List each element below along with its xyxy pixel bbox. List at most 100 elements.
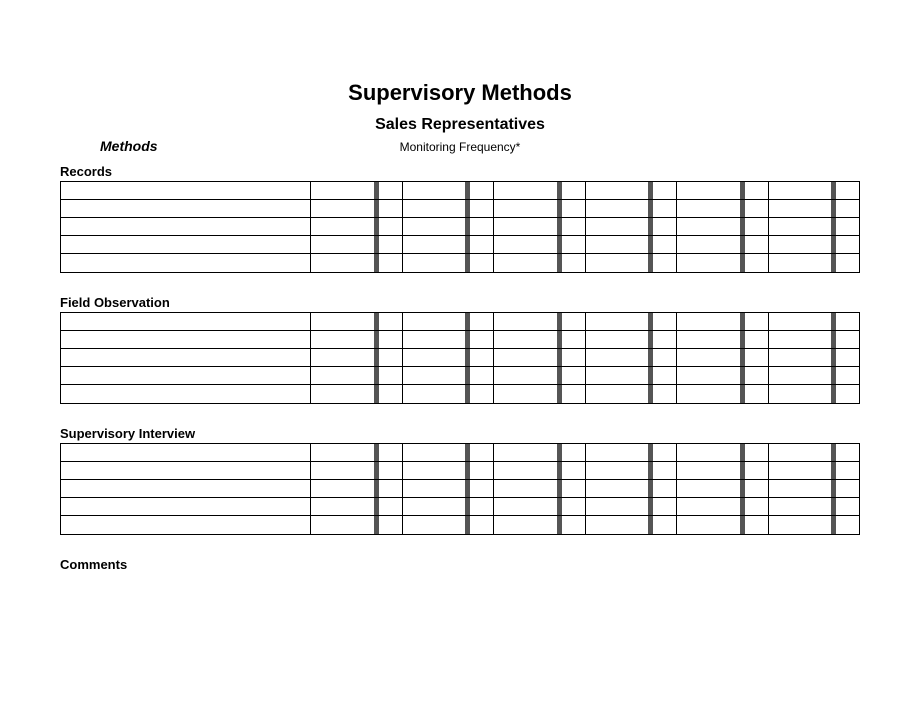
frequency-cell [677,444,769,461]
frequency-cell [677,331,769,348]
frequency-cell [494,516,586,534]
frequency-cell [677,462,769,479]
frequency-cell [494,385,586,403]
frequency-cell [311,385,403,403]
frequency-cell [677,385,769,403]
frequency-cell [586,385,678,403]
frequency-cell [586,349,678,366]
table-row [61,444,859,462]
section-label-records: Records [60,164,860,179]
frequency-cell [403,498,495,515]
frequency-cell [494,349,586,366]
frequency-heading: Monitoring Frequency* [60,138,860,156]
frequency-cell [677,254,769,272]
frequency-cell [311,200,403,217]
grid-field [60,312,860,404]
frequency-cell [586,182,678,199]
frequency-cell [677,182,769,199]
frequency-cell [403,385,495,403]
frequency-cell [769,367,860,384]
frequency-cell [494,462,586,479]
table-row [61,182,859,200]
frequency-cell [677,349,769,366]
frequency-cell [311,313,403,330]
frequency-cell [311,218,403,235]
method-cell [61,462,311,479]
frequency-cell [494,367,586,384]
frequency-cell [586,480,678,497]
method-cell [61,367,311,384]
frequency-cell [403,349,495,366]
frequency-cell [586,331,678,348]
frequency-cell [494,236,586,253]
frequency-cell [769,462,860,479]
frequency-cell [769,254,860,272]
table-row [61,200,859,218]
document-page: Supervisory Methods Sales Representative… [0,0,920,594]
table-row [61,385,859,403]
table-row [61,480,859,498]
frequency-cell [403,462,495,479]
frequency-cell [403,182,495,199]
frequency-cell [403,516,495,534]
table-row [61,254,859,272]
method-cell [61,313,311,330]
frequency-cell [586,254,678,272]
table-row [61,218,859,236]
method-cell [61,385,311,403]
frequency-cell [311,254,403,272]
frequency-cell [403,200,495,217]
frequency-cell [494,480,586,497]
frequency-cell [586,218,678,235]
frequency-cell [494,182,586,199]
table-row [61,349,859,367]
method-cell [61,444,311,461]
method-cell [61,200,311,217]
frequency-cell [677,498,769,515]
frequency-cell [311,498,403,515]
frequency-cell [677,200,769,217]
frequency-cell [311,331,403,348]
frequency-cell [311,516,403,534]
frequency-cell [769,236,860,253]
frequency-cell [677,236,769,253]
method-cell [61,218,311,235]
frequency-cell [403,313,495,330]
method-cell [61,254,311,272]
frequency-cell [769,313,860,330]
table-row [61,236,859,254]
frequency-cell [769,200,860,217]
frequency-cell [403,218,495,235]
section-label-comments: Comments [60,557,860,572]
table-row [61,367,859,385]
grid-records [60,181,860,273]
frequency-cell [769,331,860,348]
frequency-cell [677,313,769,330]
frequency-cell [586,367,678,384]
frequency-cell [677,367,769,384]
frequency-cell [311,480,403,497]
frequency-cell [403,480,495,497]
frequency-cell [403,444,495,461]
frequency-cell [677,516,769,534]
frequency-cell [586,313,678,330]
frequency-cell [311,462,403,479]
frequency-cell [494,313,586,330]
frequency-cell [586,444,678,461]
frequency-cell [586,498,678,515]
frequency-cell [494,200,586,217]
method-cell [61,331,311,348]
frequency-cell [769,182,860,199]
method-cell [61,236,311,253]
frequency-cell [769,349,860,366]
method-cell [61,349,311,366]
table-row [61,498,859,516]
column-header-row: Methods Monitoring Frequency* [60,138,860,156]
frequency-cell [494,331,586,348]
frequency-cell [769,498,860,515]
page-subtitle: Sales Representatives [60,116,860,134]
frequency-cell [769,444,860,461]
method-cell [61,480,311,497]
frequency-cell [311,349,403,366]
frequency-cell [677,480,769,497]
